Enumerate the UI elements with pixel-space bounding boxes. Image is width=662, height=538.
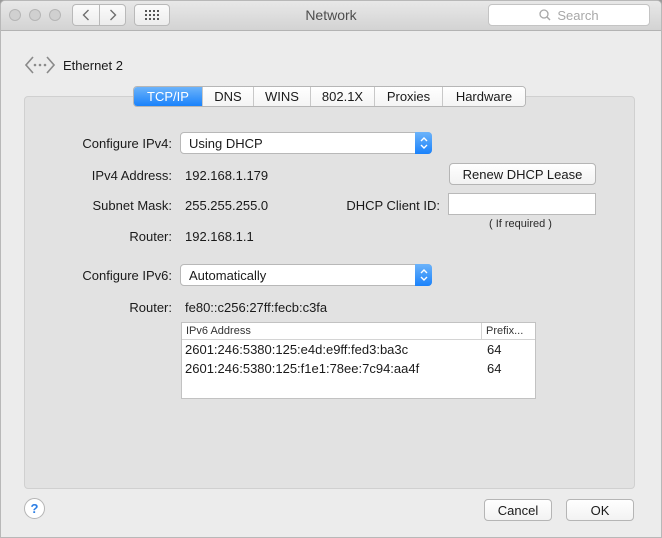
ipv4-router-value: 192.168.1.1 — [185, 229, 254, 244]
ipv6-address-table[interactable]: IPv6 Address Prefix... 2601:246:5380:125… — [181, 322, 536, 399]
dhcp-client-id-field[interactable] — [448, 193, 596, 215]
column-header-prefix[interactable]: Prefix... — [482, 323, 523, 339]
configure-ipv4-label: Configure IPv4: — [82, 136, 172, 151]
network-window: Network Search Ethernet 2 TCP/IP DNS WIN… — [0, 0, 662, 538]
ipv4-address-label: IPv4 Address: — [91, 168, 172, 183]
settings-panel — [24, 96, 635, 489]
client-id-note: ( If required ) — [489, 218, 552, 230]
search-field[interactable]: Search — [488, 4, 650, 26]
dhcp-client-id-label: DHCP Client ID: — [346, 198, 440, 213]
configure-ipv6-label: Configure IPv6: — [82, 268, 172, 283]
popup-arrows-icon — [415, 132, 432, 154]
cancel-button[interactable]: Cancel — [484, 499, 552, 521]
tab-proxies[interactable]: Proxies — [374, 87, 442, 106]
title-bar: Network Search — [1, 1, 661, 31]
ipv4-address-value: 192.168.1.179 — [185, 168, 269, 183]
table-header: IPv6 Address Prefix... — [182, 323, 535, 340]
column-header-ipv6-address[interactable]: IPv6 Address — [182, 323, 482, 339]
popup-arrows-icon — [415, 264, 432, 286]
table-row[interactable]: 2601:246:5380:125:f1e1:78ee:7c94:aa4f 64 — [182, 359, 535, 378]
ipv6-address-cell: 2601:246:5380:125:f1e1:78ee:7c94:aa4f — [185, 361, 420, 376]
subnet-mask-label: Subnet Mask: — [92, 198, 173, 213]
configure-ipv6-value: Automatically — [189, 267, 267, 283]
tab-hardware[interactable]: Hardware — [442, 87, 525, 106]
prefix-cell: 64 — [487, 342, 502, 357]
help-button[interactable]: ? — [24, 498, 45, 519]
ipv4-router-label: Router: — [129, 229, 172, 244]
tab-802-1x[interactable]: 802.1X — [310, 87, 374, 106]
ipv6-router-value: fe80::c256:27ff:fecb:c3fa — [185, 300, 328, 315]
tab-tcp-ip[interactable]: TCP/IP — [134, 87, 202, 106]
prefix-cell: 64 — [487, 361, 502, 376]
tab-dns[interactable]: DNS — [202, 87, 253, 106]
renew-dhcp-lease-button[interactable]: Renew DHCP Lease — [449, 163, 596, 185]
interface-name: Ethernet 2 — [63, 57, 123, 73]
configure-ipv4-value: Using DHCP — [189, 135, 263, 151]
configure-ipv6-popup[interactable]: Automatically — [180, 264, 432, 286]
table-row[interactable]: 2601:246:5380:125:e4d:e9ff:fed3:ba3c 64 — [182, 340, 535, 359]
ok-button[interactable]: OK — [566, 499, 634, 521]
search-icon — [539, 9, 551, 21]
ethernet-icon — [25, 56, 55, 74]
tab-wins[interactable]: WINS — [253, 87, 310, 106]
tab-bar: TCP/IP DNS WINS 802.1X Proxies Hardware — [133, 86, 526, 107]
interface-header: Ethernet 2 — [25, 55, 123, 75]
subnet-mask-value: 255.255.255.0 — [185, 198, 269, 213]
ipv6-address-cell: 2601:246:5380:125:e4d:e9ff:fed3:ba3c — [185, 342, 409, 357]
search-placeholder: Search — [557, 7, 599, 23]
ipv6-router-label: Router: — [129, 300, 172, 315]
configure-ipv4-popup[interactable]: Using DHCP — [180, 132, 432, 154]
